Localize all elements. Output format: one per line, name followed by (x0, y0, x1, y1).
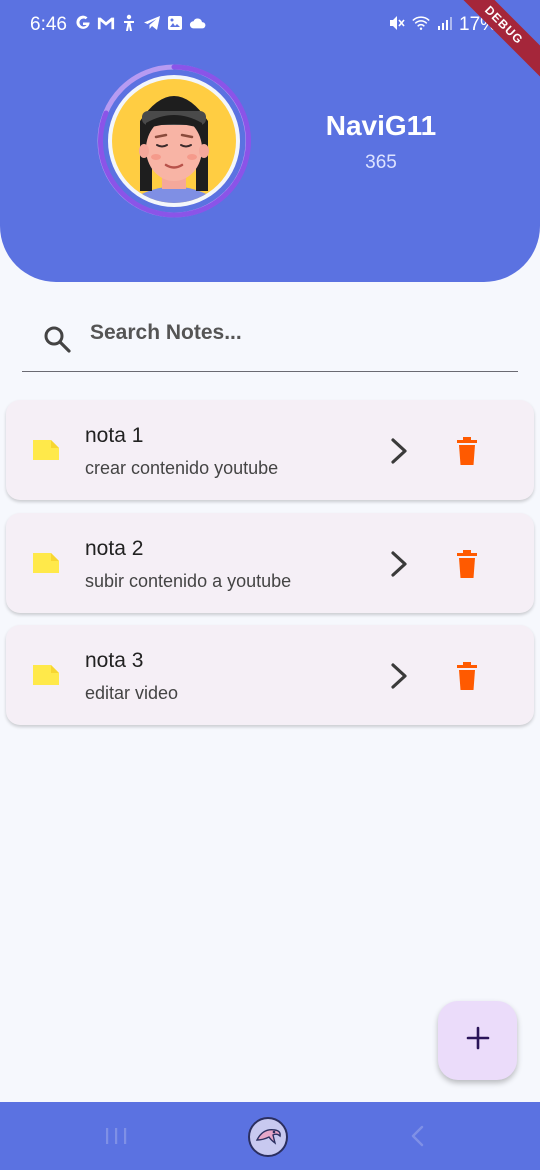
accessibility-icon (120, 13, 138, 33)
note-title: nota 2 (85, 537, 144, 560)
note-subtitle: crear contenido youtube (85, 458, 279, 478)
cloud-icon (189, 13, 207, 33)
note-card-3[interactable]: nota 3 editar video (6, 625, 534, 725)
gallery-icon (166, 13, 184, 33)
note-title: nota 1 (85, 424, 144, 447)
profile-username: NaviG11 (325, 110, 437, 141)
system-navigation-bar (0, 1102, 540, 1170)
telegram-icon (143, 13, 161, 33)
trash-icon[interactable] (454, 549, 480, 579)
chevron-right-icon[interactable] (386, 661, 412, 691)
add-note-button[interactable] (438, 1001, 517, 1080)
trash-icon[interactable] (454, 436, 480, 466)
signal-icon (436, 13, 454, 33)
chevron-right-icon[interactable] (386, 436, 412, 466)
status-time: 6:46 (30, 14, 67, 35)
search-icon (42, 324, 72, 354)
note-subtitle: subir contenido a youtube (85, 571, 292, 591)
status-icons-right (388, 13, 454, 33)
plus-icon (465, 1025, 491, 1056)
status-bar: 6:46 17% (0, 0, 540, 50)
status-icons-left (74, 13, 207, 33)
profile-score: 365 (365, 152, 397, 173)
trash-icon[interactable] (454, 661, 480, 691)
folder-icon (31, 663, 61, 687)
search-input[interactable] (90, 318, 500, 348)
google-icon (74, 13, 92, 33)
note-subtitle: editar video (85, 683, 179, 703)
note-card-2[interactable]: nota 2 subir contenido a youtube (6, 513, 534, 613)
note-title: nota 3 (85, 649, 144, 672)
folder-icon (31, 551, 61, 575)
wifi-icon (412, 13, 430, 33)
chevron-right-icon[interactable] (386, 549, 412, 579)
note-card-1[interactable]: nota 1 crear contenido youtube (6, 400, 534, 500)
back-icon[interactable] (408, 1124, 428, 1148)
gmail-icon (97, 13, 115, 33)
profile-header: 6:46 17% DEBUG NaviG11 365 (0, 0, 540, 282)
mute-icon (388, 13, 406, 33)
avatar[interactable] (96, 63, 252, 219)
folder-icon (31, 438, 61, 462)
recent-apps-icon[interactable] (103, 1125, 129, 1147)
search-bar (22, 306, 518, 372)
home-icon[interactable] (247, 1116, 289, 1158)
